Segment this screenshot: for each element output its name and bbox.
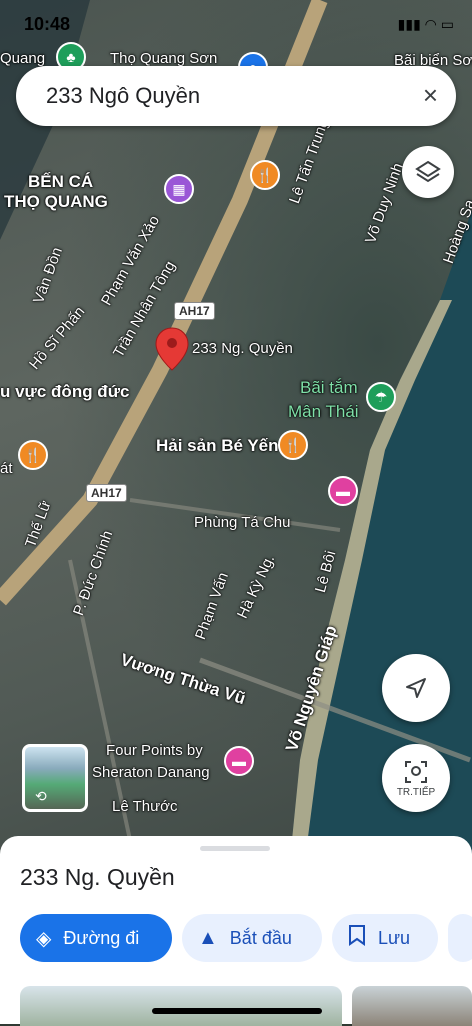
pin-label: 233 Ng. Quyền <box>192 340 293 357</box>
satellite-map[interactable]: Quang Thọ Quang Sơn Bãi biển Sơn BẾN CÁ … <box>0 0 472 860</box>
restaurant-icon-hai-san[interactable]: 🍴 <box>278 430 308 460</box>
start-label: Bắt đầu <box>229 927 292 948</box>
search-bar[interactable]: 233 Ngô Quyền × <box>16 66 456 126</box>
map-label-tho-quang-area: THỌ QUANG <box>4 192 108 211</box>
directions-label: Đường đi <box>63 927 140 948</box>
layers-icon <box>415 160 441 183</box>
road-badge-ah17-bottom: AH17 <box>86 484 127 502</box>
map-label-phung-ta-chu: Phùng Tá Chu <box>194 514 291 531</box>
sea-area <box>0 0 472 860</box>
search-query[interactable]: 233 Ngô Quyền <box>46 83 200 109</box>
map-label-tho-quang-son: Thọ Quang Sơn <box>110 50 218 67</box>
bookmark-icon <box>348 924 366 952</box>
map-label-ben-ca: BẾN CÁ <box>28 172 94 191</box>
navigation-arrow-icon <box>406 678 426 698</box>
location-pin-icon[interactable] <box>154 326 190 372</box>
hotel-icon[interactable]: ▬ <box>328 476 358 506</box>
save-button[interactable]: Lưu <box>332 914 438 962</box>
map-label-bai-tam-2: Mân Thái <box>288 402 359 421</box>
directions-button[interactable]: ◈ Đường đi <box>20 914 172 962</box>
place-photo[interactable] <box>20 986 342 1026</box>
live-view-label: TR.TIẾP <box>396 786 436 798</box>
status-icons: ▮▮▮ ◠ ▭ <box>397 16 454 32</box>
sheet-drag-handle[interactable] <box>200 846 270 851</box>
place-photo-2[interactable] <box>352 986 472 1026</box>
restaurant-icon[interactable]: 🍴 <box>250 160 280 190</box>
save-label: Lưu <box>378 927 411 948</box>
restaurant-icon-left[interactable]: 🍴 <box>18 440 48 470</box>
map-label-bai-tam-1: Bãi tắm <box>300 378 358 397</box>
navigation-icon: ▲ <box>198 926 218 949</box>
map-label-khu-vuc: u vực đông đức <box>0 382 130 401</box>
close-icon[interactable]: × <box>423 80 438 111</box>
photo-strip[interactable] <box>20 986 472 1026</box>
street-view-thumbnail[interactable]: ⟲ <box>22 744 88 812</box>
status-bar: 10:48 ▮▮▮ ◠ ▭ <box>0 0 472 40</box>
rotate-360-icon: ⟲ <box>35 788 47 804</box>
road-badge-ah17-top: AH17 <box>174 302 215 320</box>
map-label-at: át <box>0 460 13 477</box>
home-indicator <box>152 1008 322 1014</box>
map-label-le-thuoc: Lê Thước <box>112 798 178 815</box>
map-label-four-points-2: Sheraton Danang <box>92 764 210 781</box>
map-label-quang: Quang <box>0 50 46 67</box>
map-label-four-points-1: Four Points by <box>106 742 203 759</box>
map-label-hai-san: Hải sản Bé Yến <box>156 436 279 455</box>
hotel-icon-four-points[interactable]: ▬ <box>224 746 254 776</box>
directions-icon: ◈ <box>36 927 52 950</box>
more-actions-button[interactable] <box>448 914 472 962</box>
place-bottom-sheet[interactable]: 233 Ng. Quyền ◈ Đường đi ▲ Bắt đầu Lưu <box>0 836 472 1026</box>
place-name: 233 Ng. Quyền <box>20 864 175 890</box>
my-location-button[interactable] <box>382 654 450 722</box>
start-button[interactable]: ▲ Bắt đầu <box>182 914 322 962</box>
live-view-icon <box>405 760 427 783</box>
layers-button[interactable] <box>402 146 454 198</box>
live-view-button[interactable]: TR.TIẾP <box>382 744 450 812</box>
status-time: 10:48 <box>24 14 71 34</box>
beach-icon[interactable]: ☂ <box>366 382 396 412</box>
attraction-icon[interactable]: ▦ <box>164 174 194 204</box>
